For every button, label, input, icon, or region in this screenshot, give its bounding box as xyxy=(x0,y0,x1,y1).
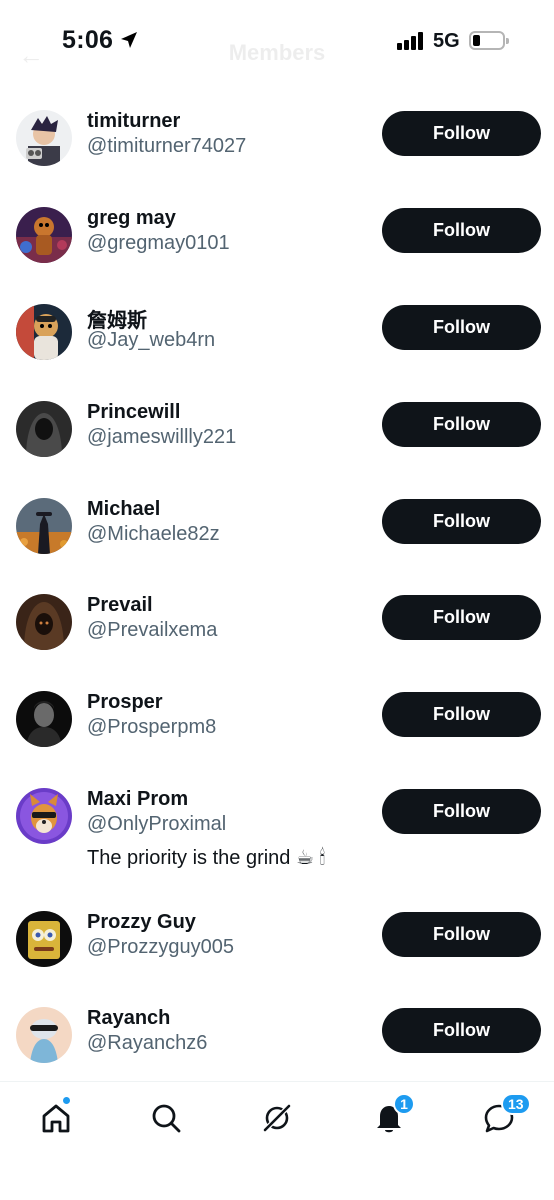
member-handle: @OnlyProximal xyxy=(87,813,227,835)
follow-button[interactable]: Follow xyxy=(382,208,541,253)
member-name: Prosper xyxy=(87,691,163,713)
follow-button[interactable]: Follow xyxy=(382,111,541,156)
avatar[interactable] xyxy=(16,304,72,360)
nav-grok[interactable] xyxy=(255,1096,299,1140)
member-handle: @Prevailxema xyxy=(87,619,218,641)
member-handle: @gregmay0101 xyxy=(87,232,230,254)
member-name: timiturner xyxy=(87,110,181,132)
member-name: Prozzy Guy xyxy=(87,911,196,933)
list-item[interactable]: Prevail @Prevailxema Follow xyxy=(0,594,554,664)
nav-notifications[interactable]: 1 xyxy=(367,1093,415,1140)
nav-search[interactable] xyxy=(144,1096,188,1140)
member-bio: The priority is the grind ☕ 🕯 xyxy=(87,847,326,869)
avatar[interactable] xyxy=(16,911,72,967)
list-item[interactable]: Rayanch @Rayanchz6 Follow xyxy=(0,1007,554,1077)
avatar[interactable] xyxy=(16,401,72,457)
avatar[interactable] xyxy=(16,1007,72,1063)
member-name: Maxi Prom xyxy=(87,788,189,810)
avatar[interactable] xyxy=(16,594,72,650)
list-item[interactable]: timiturner @timiturner74027 Follow xyxy=(0,110,554,180)
member-handle: @Prosperpm8 xyxy=(87,716,217,738)
list-item[interactable]: greg may @gregmay0101 Follow xyxy=(0,207,554,277)
follow-button[interactable]: Follow xyxy=(382,402,541,447)
grok-icon xyxy=(262,1103,292,1133)
nav-home[interactable] xyxy=(34,1096,78,1140)
list-item[interactable]: Prozzy Guy @Prozzyguy005 Follow xyxy=(0,911,554,981)
nav-messages[interactable]: 13 xyxy=(477,1093,531,1140)
avatar[interactable] xyxy=(16,788,72,844)
avatar[interactable] xyxy=(16,498,72,554)
member-handle: @Jay_web4rn xyxy=(87,329,216,351)
member-handle: @Michaele82z xyxy=(87,523,220,545)
avatar[interactable] xyxy=(16,110,72,166)
page-title: Members xyxy=(228,40,326,65)
home-icon xyxy=(42,1104,70,1133)
home-unread-dot xyxy=(62,1096,71,1105)
list-item[interactable]: Maxi Prom @OnlyProximal The priority is … xyxy=(0,788,554,888)
list-item[interactable]: 詹姆斯 @Jay_web4rn Follow xyxy=(0,304,554,374)
bottom-nav: 1 13 xyxy=(0,1081,554,1200)
member-name: Michael xyxy=(87,498,161,520)
member-handle: @timiturner74027 xyxy=(87,135,247,157)
list-item[interactable]: Princewill @jameswillly221 Follow xyxy=(0,401,554,471)
member-handle: @Prozzyguy005 xyxy=(87,936,235,958)
follow-button[interactable]: Follow xyxy=(382,499,541,544)
follow-button[interactable]: Follow xyxy=(382,305,541,350)
follow-button[interactable]: Follow xyxy=(382,912,541,957)
member-name: Princewill xyxy=(87,401,181,423)
avatar[interactable] xyxy=(16,207,72,263)
follow-button[interactable]: Follow xyxy=(382,789,541,834)
member-handle: @jameswillly221 xyxy=(87,426,237,448)
notifications-badge: 1 xyxy=(393,1093,415,1115)
messages-badge: 13 xyxy=(501,1093,531,1115)
member-name: Rayanch xyxy=(87,1007,171,1029)
member-name: Prevail xyxy=(87,594,153,616)
list-item[interactable]: Prosper @Prosperpm8 Follow xyxy=(0,691,554,761)
page-header: ← Members xyxy=(0,34,554,74)
avatar[interactable] xyxy=(16,691,72,747)
follow-button[interactable]: Follow xyxy=(382,595,541,640)
follow-button[interactable]: Follow xyxy=(382,692,541,737)
follow-button[interactable]: Follow xyxy=(382,1008,541,1053)
list-item[interactable]: Michael @Michaele82z Follow xyxy=(0,498,554,568)
member-name: greg may xyxy=(87,207,176,229)
search-icon xyxy=(152,1104,181,1133)
member-handle: @Rayanchz6 xyxy=(87,1032,208,1054)
